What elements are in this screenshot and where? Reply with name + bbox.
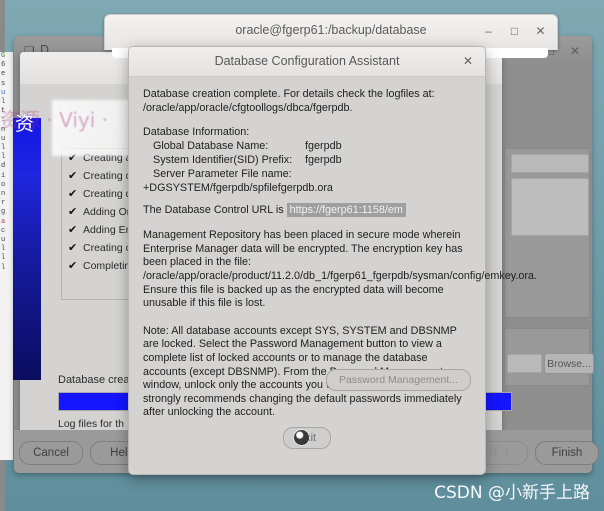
progress-caption: Database crea <box>58 374 130 386</box>
cjk-overlay-label: 资 <box>15 113 36 135</box>
terminal-line: r <box>1 199 6 208</box>
password-management-button[interactable]: Password Management... <box>325 369 471 391</box>
check-icon: ✔ <box>68 206 78 218</box>
database-control-url-label: The Database Control URL is <box>143 204 287 217</box>
screenshot-root: G 6 e s u l t : n u l l d i o n r g a c … <box>0 0 604 511</box>
terminal-line: e <box>1 70 6 79</box>
close-icon[interactable]: ✕ <box>570 44 580 58</box>
close-icon[interactable]: ✕ <box>534 24 547 37</box>
browse-button[interactable]: Browse... <box>544 353 594 374</box>
encryption-note: Management Repository has been placed in… <box>143 229 537 310</box>
completion-message-line2: /oracle/app/oracle/cfgtoollogs/dbca/fger… <box>143 101 353 114</box>
terminal-line: n <box>1 190 6 199</box>
database-control-url-value[interactable]: https://fgerp61:1158/em <box>286 203 406 218</box>
minimize-icon[interactable]: – <box>482 24 495 37</box>
terminal-line: g <box>1 208 6 217</box>
outer-list-box[interactable] <box>511 178 589 236</box>
terminal-line: i <box>1 171 6 180</box>
check-icon: ✔ <box>68 242 78 254</box>
info-key: Server Parameter File name: <box>153 168 292 181</box>
cancel-button[interactable]: Cancel <box>19 441 83 465</box>
terminal-line: u <box>1 134 6 143</box>
info-key: System Identifier(SID) Prefix: <box>153 154 293 167</box>
terminal-line: G <box>1 52 6 60</box>
terminal-line: o <box>1 180 6 189</box>
check-icon: ✔ <box>68 224 78 236</box>
check-icon: ✔ <box>68 188 78 200</box>
completion-message-line1: Database creation complete. For details … <box>143 88 435 100</box>
info-row: Server Parameter File name:+DGSYSTEM/fge… <box>143 167 471 195</box>
terminal-line: l <box>1 245 6 254</box>
info-key: Global Database Name: <box>153 140 269 153</box>
info-value: fgerpdb <box>305 154 342 167</box>
terminal-line: l <box>1 263 6 272</box>
database-control-url-row: The Database Control URL is https://fger… <box>143 203 471 218</box>
info-value: +DGSYSTEM/fgerpdb/spfilefgerpdb.ora <box>143 182 333 195</box>
database-configuration-assistant-dialog[interactable]: Database Configuration Assistant ✕ Datab… <box>128 46 537 475</box>
completion-message: Database creation complete. For details … <box>143 88 471 115</box>
check-icon: ✔ <box>68 170 78 182</box>
terminal-window[interactable]: oracle@fgerp61:/backup/database – □ ✕ <box>104 14 558 50</box>
terminal-line: l <box>1 144 6 153</box>
terminal-line: 6 <box>1 61 6 70</box>
terminal-line: s <box>1 79 6 88</box>
info-row: Global Database Name: fgerpdb <box>143 139 471 153</box>
terminal-line: l <box>1 254 6 263</box>
database-information-heading: Database Information: <box>143 126 250 139</box>
modal-title: Database Configuration Assistant <box>214 54 400 68</box>
terminal-line: l <box>1 153 6 162</box>
blue-selection-panel <box>13 118 41 380</box>
terminal-line: u <box>1 236 6 245</box>
outer-text-field[interactable] <box>511 154 589 173</box>
outer-path-field[interactable] <box>507 354 542 373</box>
check-icon: ✔ <box>68 260 78 272</box>
busy-cursor-icon <box>294 430 309 445</box>
close-icon[interactable]: ✕ <box>461 54 475 68</box>
terminal-line: a <box>1 217 6 226</box>
terminal-line: d <box>1 162 6 171</box>
step-label: Adding Ent <box>83 224 135 236</box>
modal-titlebar[interactable]: Database Configuration Assistant ✕ <box>129 47 485 77</box>
terminal-window-controls[interactable]: – □ ✕ <box>482 24 547 37</box>
info-value: fgerpdb <box>305 140 342 153</box>
finish-button[interactable]: Finish <box>535 441 599 465</box>
chevron-right-icon: › <box>504 447 509 459</box>
terminal-line: c <box>1 226 6 235</box>
info-row: System Identifier(SID) Prefix: fgerpdb <box>143 153 471 167</box>
csdn-watermark: CSDN @小新手上路 <box>434 483 590 503</box>
maximize-icon[interactable]: □ <box>508 24 521 37</box>
terminal-line: u <box>1 88 6 97</box>
modal-body: Database creation complete. For details … <box>129 76 537 474</box>
